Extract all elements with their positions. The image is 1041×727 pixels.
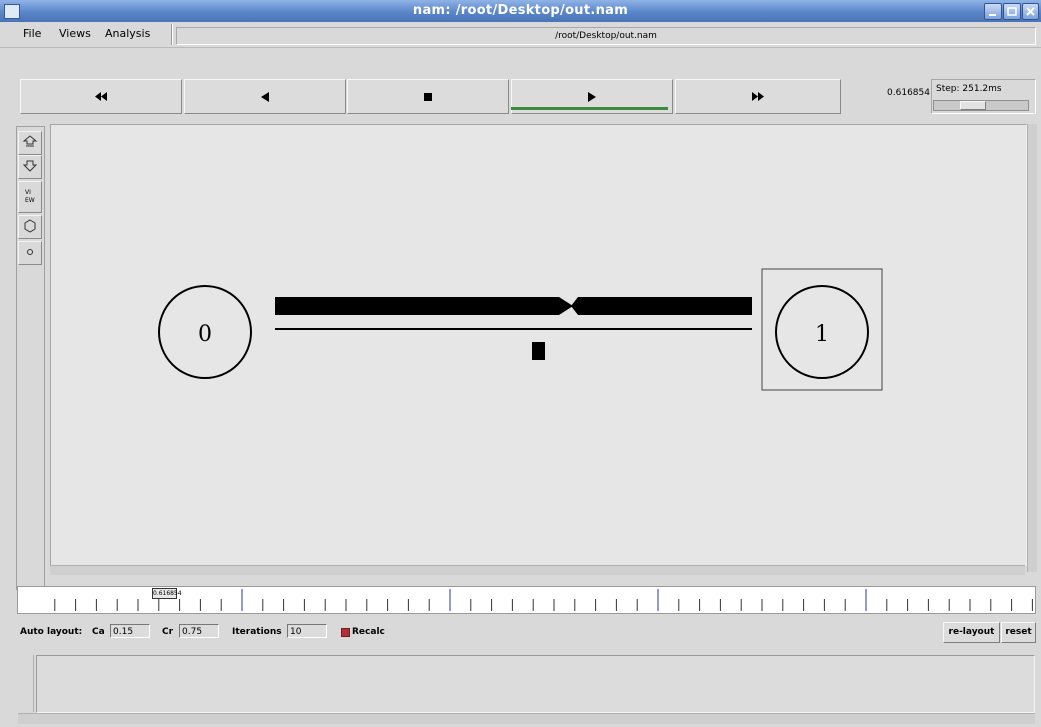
node-1-label: 1 [815, 322, 829, 347]
fast-forward-icon [752, 92, 764, 101]
dropped-packet [532, 342, 545, 360]
zoom-in-tool[interactable] [18, 131, 42, 155]
relayout-button[interactable]: re-layout [943, 622, 1000, 643]
zoom-out-icon [22, 158, 38, 177]
menu-views[interactable]: Views [59, 27, 91, 40]
annotation-horizontal-scrollbar[interactable] [18, 713, 1035, 724]
node-1[interactable]: 1 [761, 268, 883, 391]
annotation-pane[interactable] [36, 655, 1035, 713]
menu-divider [172, 24, 173, 45]
step-back-icon [261, 91, 269, 102]
autolayout-label: Auto layout: [20, 627, 83, 637]
node-shape-tool[interactable] [18, 215, 42, 239]
close-button[interactable] [1022, 3, 1039, 20]
file-path-label: /root/Desktop/out.nam [176, 27, 1036, 45]
ca-input[interactable]: 0.15 [110, 624, 150, 638]
network-canvas[interactable]: 0 1 [50, 124, 1027, 566]
maximize-button[interactable] [1003, 3, 1021, 20]
ca-label: Ca [92, 627, 105, 637]
iterations-input[interactable]: 10 [287, 624, 327, 638]
view-icon: VI EW [23, 187, 37, 208]
hexagon-icon [23, 218, 37, 236]
rewind-icon [95, 92, 107, 101]
fast-forward-button[interactable] [675, 79, 841, 114]
canvas-horizontal-scrollbar[interactable] [50, 565, 1025, 575]
small-node-tool[interactable] [18, 241, 42, 265]
title-bar: nam: /root/Desktop/out.nam [0, 0, 1041, 22]
recalc-label: Recalc [352, 627, 385, 637]
step-back-button[interactable] [184, 79, 346, 114]
time-display: 0.616854 [887, 88, 930, 98]
zoom-out-tool[interactable] [18, 155, 42, 179]
annotation-vertical-scrollbar[interactable] [18, 655, 34, 712]
minimize-button[interactable] [984, 3, 1002, 20]
network-diagram: 0 1 [158, 268, 883, 391]
timeline-marker[interactable]: 0.616854 [152, 588, 182, 599]
zoom-in-icon [22, 134, 38, 153]
play-active-indicator [511, 107, 668, 110]
iterations-label: Iterations [232, 627, 282, 637]
node-0-label: 0 [198, 322, 212, 347]
rewind-button[interactable] [20, 79, 182, 114]
svg-text:EW: EW [25, 197, 35, 204]
window-title: nam: /root/Desktop/out.nam [412, 3, 629, 18]
svg-text:VI: VI [25, 189, 31, 196]
view-tool[interactable]: VI EW [18, 181, 42, 213]
canvas-vertical-scrollbar[interactable] [1027, 124, 1037, 572]
step-slider-thumb[interactable] [960, 101, 986, 110]
step-label: Step: 251.2ms [936, 84, 1002, 94]
packet-stream [275, 297, 752, 315]
recalc-checkbox[interactable] [341, 628, 350, 637]
stop-icon [424, 92, 432, 101]
cr-input[interactable]: 0.75 [179, 624, 219, 638]
reset-button[interactable]: reset [1001, 622, 1036, 643]
stop-button[interactable] [347, 79, 509, 114]
menu-analysis[interactable]: Analysis [105, 27, 150, 40]
small-circle-icon [23, 245, 37, 262]
play-icon [588, 91, 596, 102]
cr-label: Cr [162, 627, 174, 637]
node-0[interactable]: 0 [158, 285, 252, 379]
menu-file[interactable]: File [23, 27, 41, 40]
